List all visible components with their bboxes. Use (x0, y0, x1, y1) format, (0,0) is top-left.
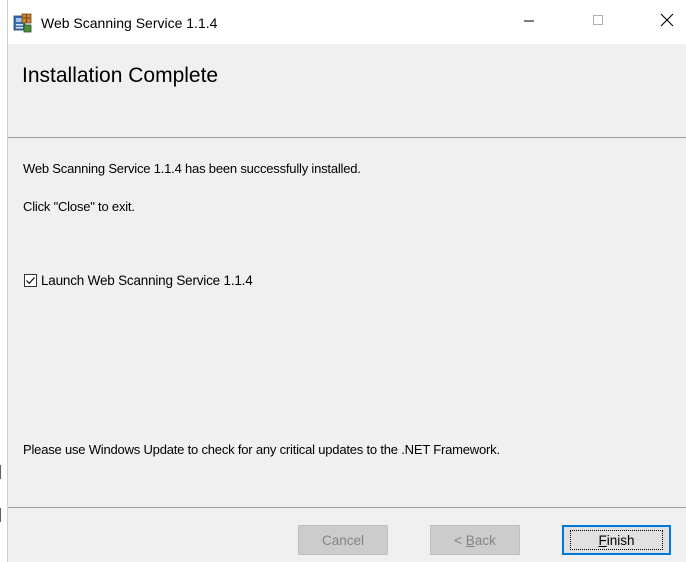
installed-message: Web Scanning Service 1.1.4 has been succ… (23, 161, 361, 176)
cancel-button-label: Cancel (321, 532, 365, 548)
window-title: Web Scanning Service 1.1.4 (41, 15, 218, 31)
launch-checkbox-label[interactable]: Launch Web Scanning Service 1.1.4 (41, 273, 253, 288)
left-edge-mark-top (0, 465, 1, 479)
left-edge-mark-bottom (0, 508, 1, 522)
finish-focus-rect: Finish (570, 530, 663, 550)
checkmark-icon (26, 276, 35, 284)
back-button-label: < Back (454, 533, 496, 548)
title-bar[interactable]: Web Scanning Service 1.1.4 (8, 0, 686, 44)
finish-button[interactable]: Finish (562, 525, 671, 555)
launch-checkbox-row[interactable]: Launch Web Scanning Service 1.1.4 (24, 271, 253, 289)
finish-label-rest: inish (606, 532, 635, 548)
finish-button-label: Finish (598, 533, 634, 548)
installer-window: Web Scanning Service 1.1.4 Installation … (7, 0, 686, 562)
minimize-button[interactable] (506, 0, 552, 44)
back-label-mnemonic: B (465, 532, 475, 548)
maximize-button[interactable] (575, 0, 621, 44)
back-button[interactable]: < Back (430, 525, 520, 555)
footer-divider (8, 507, 686, 508)
cancel-button[interactable]: Cancel (298, 525, 388, 555)
back-label-prefix: < (454, 532, 466, 548)
minimize-icon (523, 13, 535, 31)
page-header: Installation Complete (8, 44, 686, 138)
launch-checkbox[interactable] (24, 273, 37, 287)
installer-icon (13, 13, 33, 33)
back-label-rest: ack (474, 532, 496, 548)
close-icon (660, 13, 674, 32)
close-button[interactable] (644, 0, 686, 44)
exit-message: Click "Close" to exit. (23, 199, 135, 214)
page-title: Installation Complete (22, 64, 219, 87)
maximize-icon (592, 13, 604, 31)
finish-label-mnemonic: F (598, 532, 607, 548)
update-message: Please use Windows Update to check for a… (23, 442, 500, 457)
